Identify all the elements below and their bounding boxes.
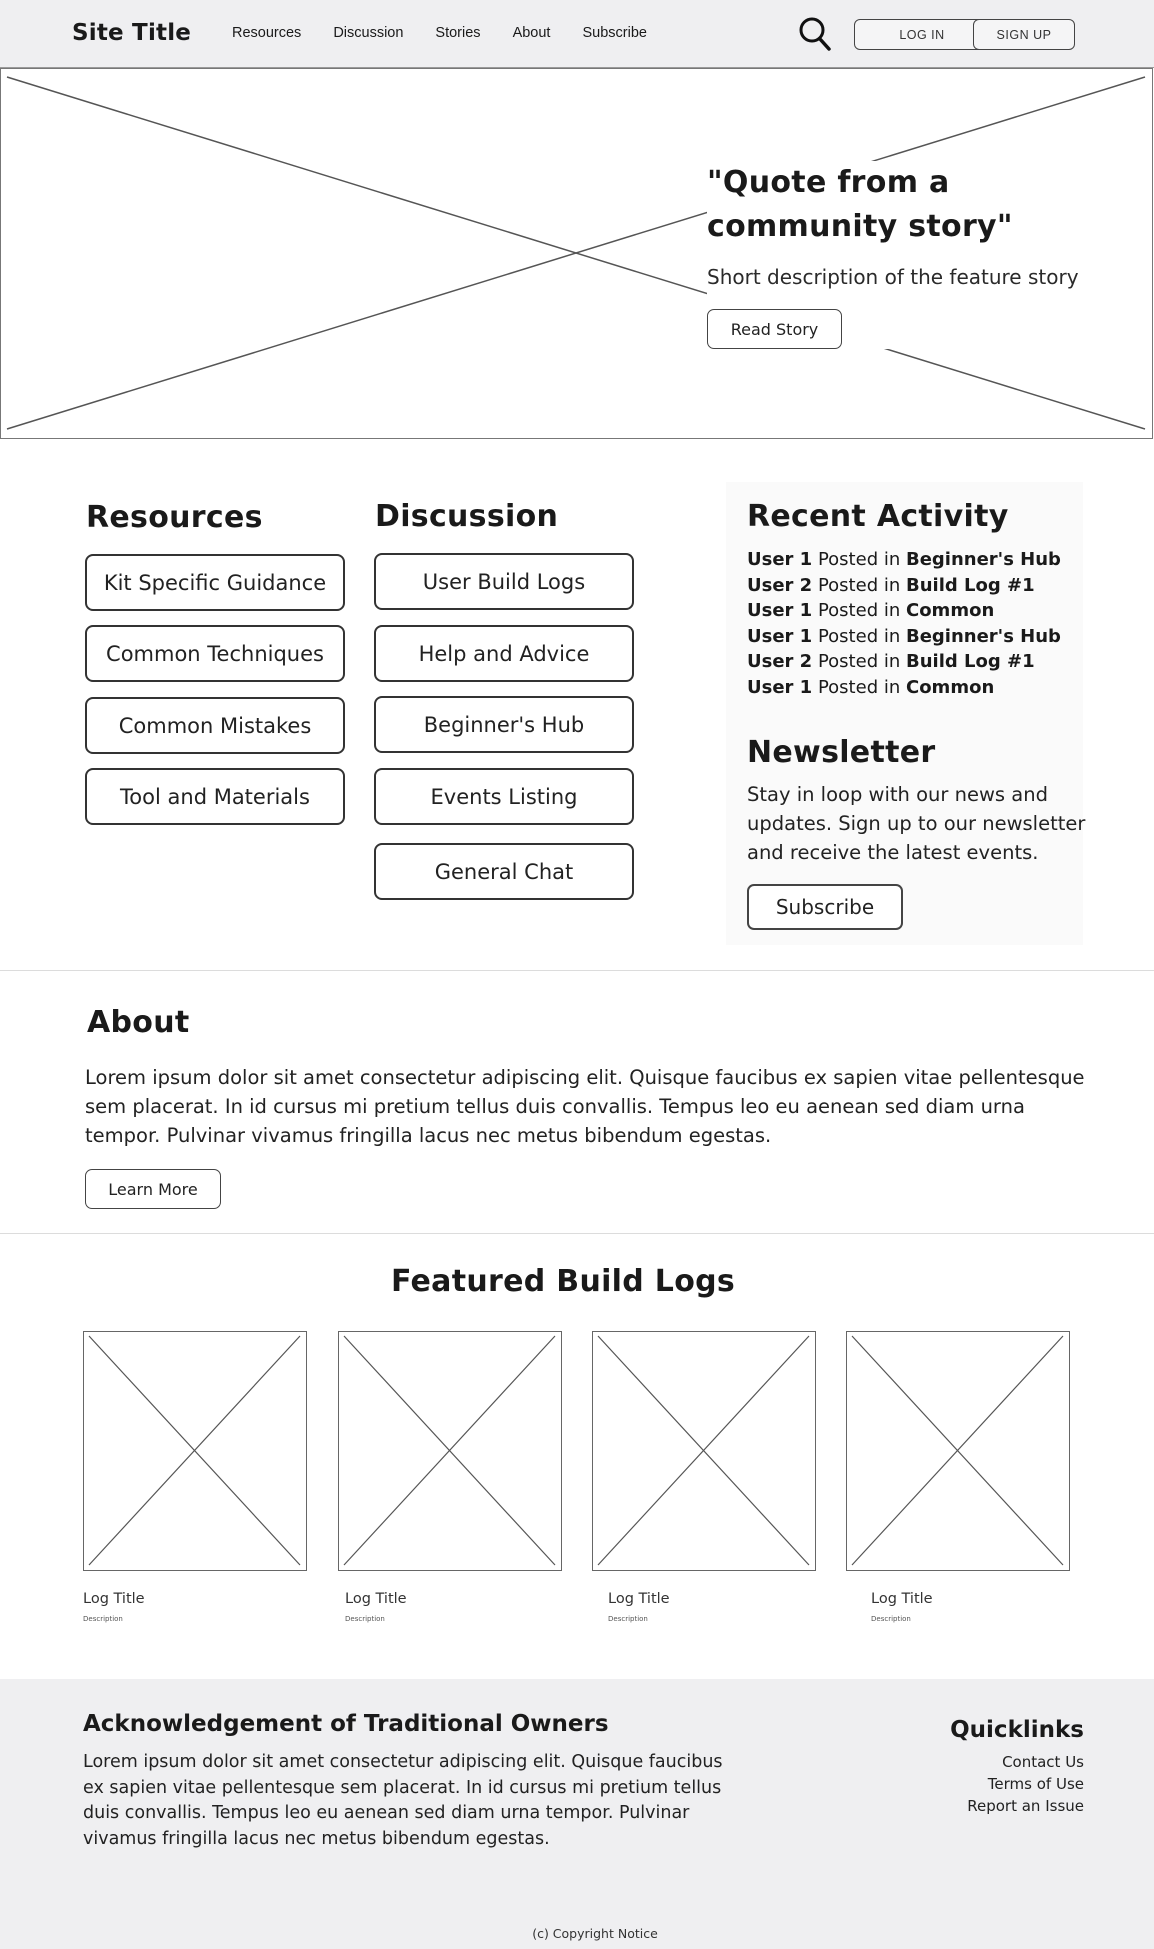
section-divider (0, 970, 1154, 971)
read-story-button[interactable]: Read Story (707, 309, 842, 349)
about-text: Lorem ipsum dolor sit amet consectetur a… (85, 1066, 1085, 1147)
nav-discussion[interactable]: Discussion (333, 25, 403, 41)
featured-title: Featured Build Logs (390, 1264, 736, 1299)
hero-quote: "Quote from a community story" (707, 165, 1013, 244)
quicklink-report-issue[interactable]: Report an Issue (967, 1795, 1084, 1817)
nav-resources[interactable]: Resources (232, 25, 301, 41)
nav-subscribe[interactable]: Subscribe (582, 25, 646, 41)
resource-link[interactable]: Common Techniques (85, 625, 345, 682)
activity-item[interactable]: User 1 Posted in Common (747, 675, 1061, 701)
quicklink-terms-of-use[interactable]: Terms of Use (967, 1773, 1084, 1795)
section-divider (0, 1233, 1154, 1234)
search-icon[interactable] (798, 16, 832, 52)
quicklinks-title: Quicklinks (950, 1717, 1084, 1743)
subscribe-button[interactable]: Subscribe (747, 884, 903, 930)
discussion-title: Discussion (375, 499, 559, 534)
page: Site Title Resources Discussion Stories … (0, 0, 1154, 1949)
site-footer: Acknowledgement of Traditional Owners Lo… (0, 1679, 1154, 1949)
activity-item[interactable]: User 1 Posted in Beginner's Hub (747, 624, 1061, 650)
acknowledgement-title: Acknowledgement of Traditional Owners (83, 1711, 609, 1737)
activity-item[interactable]: User 1 Posted in Common (747, 598, 1061, 624)
newsletter-title: Newsletter (747, 735, 936, 770)
activity-item[interactable]: User 1 Posted in Beginner's Hub (747, 547, 1061, 573)
signup-button[interactable]: SIGN UP (973, 19, 1075, 50)
resources-title: Resources (86, 500, 263, 535)
discussion-link[interactable]: Beginner's Hub (374, 696, 634, 753)
activity-item[interactable]: User 2 Posted in Build Log #1 (747, 573, 1061, 599)
log-image[interactable] (83, 1331, 307, 1571)
learn-more-button[interactable]: Learn More (85, 1169, 221, 1209)
log-description: Description (871, 1615, 911, 1623)
hero-banner: "Quote from a community story" Short des… (0, 68, 1153, 439)
login-button[interactable]: LOG IN (854, 19, 990, 50)
log-image[interactable] (592, 1331, 816, 1571)
log-title[interactable]: Log Title (83, 1591, 145, 1607)
recent-activity-title: Recent Activity (747, 499, 1009, 534)
hero-content: "Quote from a community story" Short des… (707, 161, 1127, 349)
nav-stories[interactable]: Stories (435, 25, 480, 41)
image-placeholder-icon (597, 1335, 810, 1566)
about-title: About (87, 1005, 190, 1040)
activity-list: User 1 Posted in Beginner's Hub User 2 P… (747, 547, 1061, 700)
log-image[interactable] (846, 1331, 1070, 1571)
log-image[interactable] (338, 1331, 562, 1571)
log-description: Description (345, 1615, 385, 1623)
site-title[interactable]: Site Title (72, 20, 191, 46)
copyright-notice: (c) Copyright Notice (532, 1926, 658, 1941)
discussion-link[interactable]: Events Listing (374, 768, 634, 825)
hero-description: Short description of the feature story (707, 265, 1079, 289)
discussion-link[interactable]: User Build Logs (374, 553, 634, 610)
log-title[interactable]: Log Title (871, 1591, 933, 1607)
log-title[interactable]: Log Title (608, 1591, 670, 1607)
quicklinks-list: Contact Us Terms of Use Report an Issue (967, 1751, 1084, 1817)
log-description: Description (83, 1615, 123, 1623)
resource-link[interactable]: Tool and Materials (85, 768, 345, 825)
resource-link[interactable]: Kit Specific Guidance (85, 554, 345, 611)
image-placeholder-icon (343, 1335, 556, 1566)
activity-item[interactable]: User 2 Posted in Build Log #1 (747, 649, 1061, 675)
log-description: Description (608, 1615, 648, 1623)
log-title[interactable]: Log Title (345, 1591, 407, 1607)
newsletter-text: Stay in loop with our news and updates. … (747, 783, 1086, 864)
acknowledgement-text: Lorem ipsum dolor sit amet consectetur a… (83, 1752, 723, 1849)
nav-about[interactable]: About (513, 25, 551, 41)
image-placeholder-icon (851, 1335, 1064, 1566)
resource-link[interactable]: Common Mistakes (85, 697, 345, 754)
discussion-link[interactable]: Help and Advice (374, 625, 634, 682)
main-nav: Resources Discussion Stories About Subsc… (232, 25, 679, 41)
discussion-link[interactable]: General Chat (374, 843, 634, 900)
image-placeholder-icon (88, 1335, 301, 1566)
site-header: Site Title Resources Discussion Stories … (0, 0, 1154, 68)
quicklink-contact-us[interactable]: Contact Us (967, 1751, 1084, 1773)
